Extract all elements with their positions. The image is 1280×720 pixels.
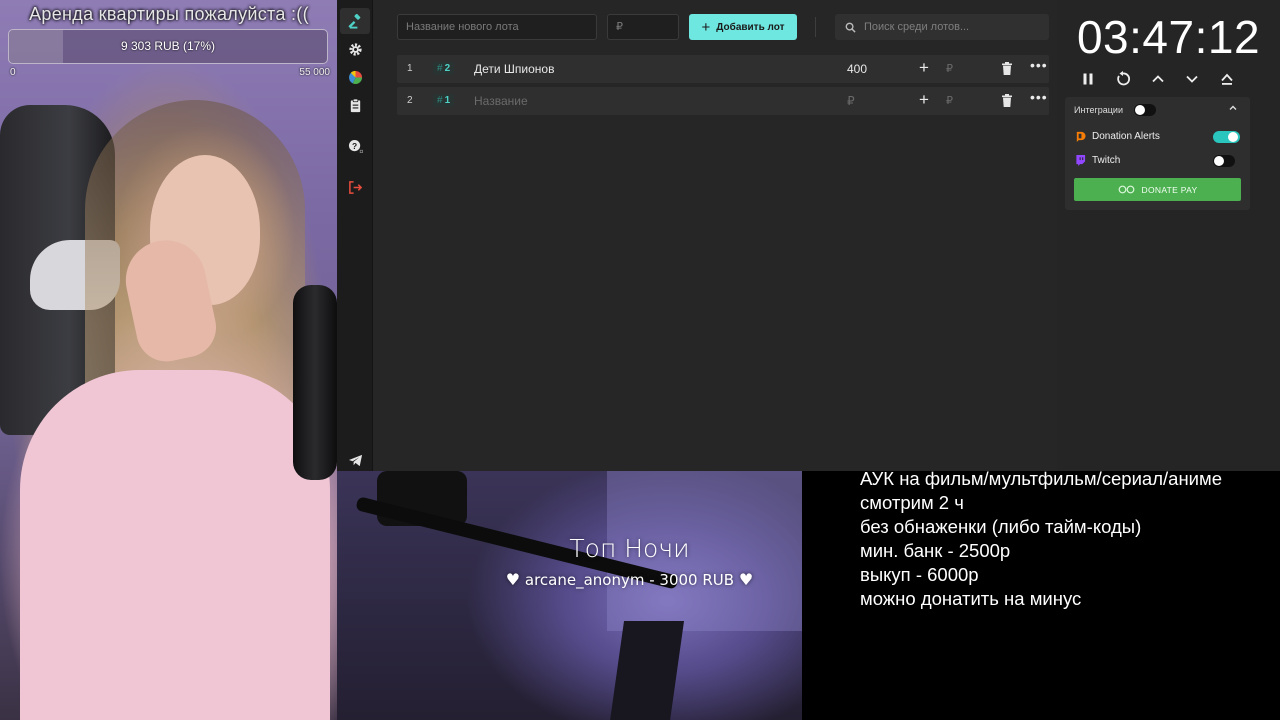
twitch-icon — [1076, 155, 1086, 166]
heart-icon: ♥ — [738, 570, 754, 589]
goal-amount: 9 303 RUB (17%) — [120, 39, 216, 53]
top-donor-text: arcane_anonym - 3000 RUB — [524, 571, 735, 589]
reset-icon — [1117, 71, 1131, 86]
lot-id-badge: #2 — [433, 62, 455, 75]
auction-rules: АУК на фильм/мультфильм/сериал/аниме смо… — [860, 467, 1280, 611]
donation-alerts-icon — [1076, 131, 1086, 142]
gear-icon — [348, 42, 362, 56]
lot-row[interactable]: 2 #1 Название ₽ + ₽ ••• — [397, 87, 1049, 115]
heart-icon: ♥ — [505, 570, 521, 589]
integrations-panel: Интеграции Donation Alerts Twitch DONATE… — [1065, 97, 1250, 210]
logout-icon — [348, 180, 362, 194]
eject-icon — [1221, 73, 1233, 85]
rule-line: без обнаженки (либо тайм-коды) — [860, 516, 1142, 537]
streamer-body — [20, 370, 330, 720]
lot-id: 1 — [444, 95, 451, 106]
chevron-down-icon — [1186, 75, 1198, 83]
eject-button[interactable] — [1216, 68, 1238, 90]
goal-max-label: 55 000 — [299, 67, 330, 78]
sidebar-item-stats[interactable] — [340, 64, 370, 90]
more-options-icon[interactable]: ••• — [1030, 89, 1048, 105]
donate-pay-icon — [1118, 185, 1134, 194]
telegram-icon — [348, 454, 362, 466]
monitor-silhouette — [609, 621, 685, 720]
pause-icon — [1083, 73, 1093, 85]
chevron-up-icon[interactable] — [1228, 103, 1238, 113]
timer-controls — [1077, 68, 1267, 90]
integrations-header: Интеграции — [1074, 105, 1123, 115]
microphone — [293, 285, 337, 480]
auction-app: ? + Добавить лот 1 #2 Дети Шпионов 400 +… — [337, 0, 1280, 471]
lot-name-input[interactable]: Название — [474, 94, 528, 108]
search-box[interactable] — [835, 14, 1049, 40]
goal-progress-bar: 9 303 RUB (17%) — [8, 29, 328, 64]
top-night-donor: ♥ arcane_anonym - 3000 RUB ♥ — [337, 570, 922, 589]
extra-amount-input[interactable]: ₽ — [946, 94, 953, 107]
chevron-up-icon — [1152, 75, 1164, 83]
trash-icon[interactable] — [1001, 62, 1013, 75]
webcam-feed: Аренда квартиры пожалуйста :(( 9 303 RUB… — [0, 0, 337, 720]
add-amount-button[interactable]: + — [919, 90, 929, 110]
integration-label: Donation Alerts — [1092, 131, 1160, 142]
lot-id-badge: #1 — [433, 94, 455, 107]
integration-donation-alerts: Donation Alerts — [1075, 131, 1160, 142]
integrations-toggle[interactable] — [1134, 104, 1156, 116]
donate-pay-button[interactable]: DONATE PAY — [1074, 178, 1241, 201]
subtract-time-button[interactable] — [1181, 68, 1203, 90]
donation-goal: Аренда квартиры пожалуйста :(( 9 303 RUB… — [8, 4, 330, 78]
integration-label: Twitch — [1092, 155, 1121, 166]
donation-alerts-toggle[interactable] — [1213, 131, 1240, 143]
lot-index: 1 — [407, 63, 413, 74]
sidebar: ? — [337, 0, 373, 471]
gavel-icon — [347, 13, 360, 29]
lot-amount-input[interactable]: ₽ — [847, 94, 855, 108]
lot-id: 2 — [444, 63, 451, 74]
rule-line: смотрим 2 ч — [860, 492, 964, 513]
rule-line: мин. банк - 2500р — [860, 540, 1011, 561]
sidebar-item-history[interactable] — [340, 92, 370, 118]
add-time-button[interactable] — [1147, 68, 1169, 90]
room-background — [337, 471, 802, 720]
sidebar-item-auction[interactable] — [340, 8, 370, 34]
add-amount-button[interactable]: + — [919, 58, 929, 78]
sidebar-item-help[interactable]: ? — [340, 133, 370, 159]
pause-button[interactable] — [1077, 68, 1099, 90]
toolbar-divider — [815, 17, 816, 37]
rule-line: АУК на фильм/мультфильм/сериал/аниме — [860, 468, 1222, 489]
search-icon — [845, 22, 856, 33]
rule-line: выкуп - 6000р — [860, 564, 979, 585]
lot-index: 2 — [407, 95, 413, 106]
help-icon: ? — [348, 139, 363, 153]
sidebar-item-settings[interactable] — [340, 36, 370, 62]
add-lot-button[interactable]: + Добавить лот — [689, 14, 797, 40]
extra-amount-input[interactable]: ₽ — [946, 62, 953, 75]
plus-icon: + — [701, 18, 711, 36]
lot-name[interactable]: Дети Шпионов — [474, 62, 554, 76]
more-options-icon[interactable]: ••• — [1030, 57, 1048, 73]
new-lot-name-input[interactable] — [397, 14, 597, 40]
lots-panel: + Добавить лот 1 #2 Дети Шпионов 400 + ₽… — [374, 0, 1057, 471]
donate-pay-label: DONATE PAY — [1141, 184, 1198, 195]
add-lot-label: Добавить лот — [716, 21, 785, 33]
goal-min-label: 0 — [10, 67, 16, 78]
sidebar-item-telegram[interactable] — [340, 447, 370, 473]
trash-icon[interactable] — [1001, 94, 1013, 107]
pie-chart-icon — [348, 70, 362, 84]
search-input[interactable] — [864, 21, 1044, 33]
auction-timer: 03:47:12 — [1076, 11, 1261, 63]
goal-title: Аренда квартиры пожалуйста :(( — [29, 4, 309, 24]
timer-panel: 03:47:12 Интеграции Donation Alerts Twit… — [1057, 0, 1280, 471]
rule-line: можно донатить на минус — [860, 588, 1082, 609]
reset-button[interactable] — [1112, 68, 1134, 90]
new-lot-amount-input[interactable] — [607, 14, 679, 40]
top-night-title: Топ Ночи — [569, 534, 690, 563]
lot-row[interactable]: 1 #2 Дети Шпионов 400 + ₽ ••• — [397, 55, 1049, 83]
clipboard-icon — [350, 98, 360, 112]
svg-text:?: ? — [351, 140, 356, 150]
twitch-toggle[interactable] — [1213, 155, 1235, 167]
sidebar-item-logout[interactable] — [340, 174, 370, 200]
lot-amount[interactable]: 400 — [847, 62, 867, 76]
integration-twitch: Twitch — [1075, 155, 1120, 166]
